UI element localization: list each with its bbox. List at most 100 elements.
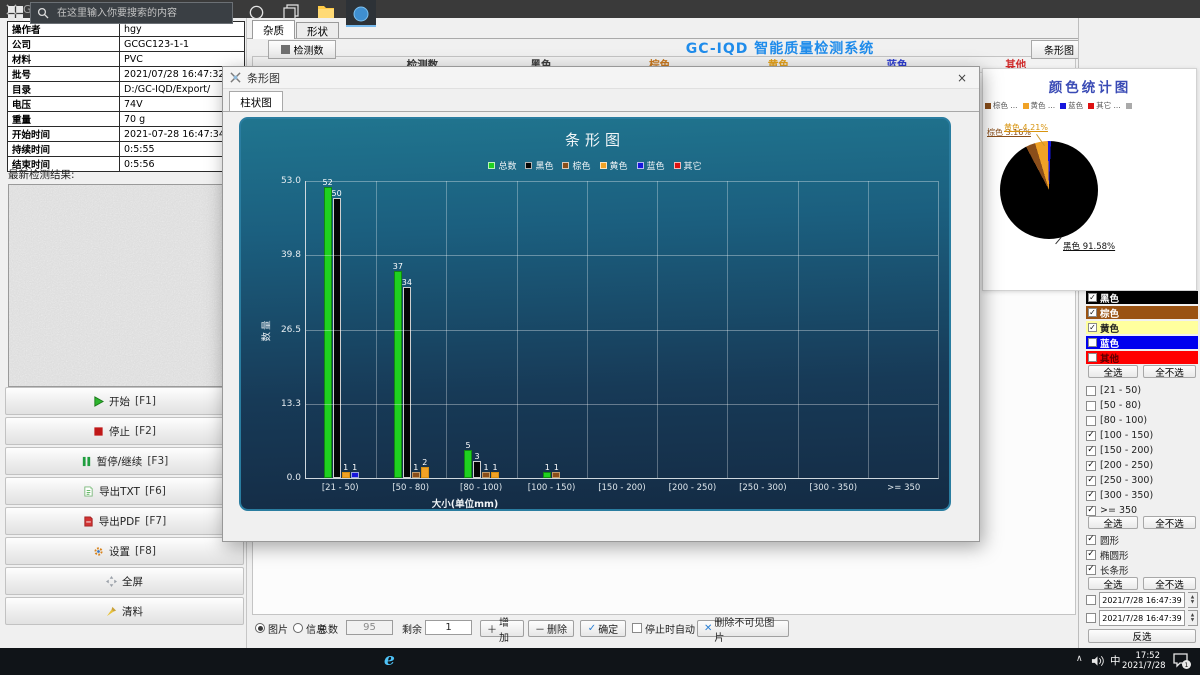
size-filter-row[interactable]: [250 - 300) <box>1086 474 1198 487</box>
cortana-icon[interactable] <box>248 4 265 21</box>
button-导出TXT[interactable]: 导出TXT[F6] <box>5 477 244 505</box>
select-none-button[interactable]: 全不选 <box>1143 516 1196 529</box>
radio-info-circle[interactable] <box>293 623 303 633</box>
taskbar-clock[interactable]: 17:52 2021/7/28 <box>1122 651 1160 671</box>
select-all-button[interactable]: 全选 <box>1088 577 1138 590</box>
datetime-value[interactable]: 2021/7/28 16:47:39 <box>1099 610 1185 626</box>
button-设置[interactable]: 设置[F8] <box>5 537 244 565</box>
spinner-control[interactable]: ▲▼ <box>1188 592 1198 608</box>
dialog-icon <box>230 72 241 83</box>
color-filter-黑色[interactable]: 黑色 <box>1086 291 1198 304</box>
tab-histogram[interactable]: 柱状图 <box>229 91 283 112</box>
clean-icon <box>106 606 117 617</box>
notification-icon[interactable]: 1 <box>1172 652 1192 670</box>
field-label: 持续时间 <box>8 142 120 156</box>
speaker-icon[interactable] <box>1091 655 1104 667</box>
datetime-value[interactable]: 2021/7/28 16:47:39 <box>1099 592 1185 608</box>
detect-count-button[interactable]: 检测数 <box>268 40 336 59</box>
pie-annotation-black: 黑色 91.58% <box>1063 240 1115 252</box>
checkbox[interactable] <box>1086 613 1096 623</box>
checkbox[interactable] <box>1086 431 1096 441</box>
confirm-button[interactable]: ✓确定 <box>580 620 626 637</box>
select-all-button[interactable]: 全选 <box>1088 365 1138 378</box>
checkbox[interactable] <box>1086 491 1096 501</box>
select-none-button[interactable]: 全不选 <box>1143 577 1196 590</box>
checkbox[interactable] <box>1086 550 1096 560</box>
radio-image[interactable]: 图片 <box>255 620 288 636</box>
field-label: 操作者 <box>8 22 120 36</box>
checkbox[interactable] <box>1086 476 1096 486</box>
checkbox[interactable] <box>1088 353 1097 362</box>
close-icon[interactable]: × <box>951 70 973 86</box>
size-filter-row[interactable]: [300 - 350) <box>1086 489 1198 502</box>
auto-stop-checkbox[interactable]: 停止时自动 <box>632 620 695 636</box>
size-filter-row[interactable]: [50 - 80) <box>1086 399 1198 412</box>
button-全屏[interactable]: 全屏 <box>5 567 244 595</box>
tab-shape[interactable]: 形状 <box>296 22 339 39</box>
radio-image-circle[interactable] <box>255 623 265 633</box>
checkbox[interactable] <box>1088 293 1097 302</box>
checkbox[interactable] <box>1086 565 1096 575</box>
select-none-button[interactable]: 全不选 <box>1143 365 1196 378</box>
taskbar-search-input[interactable] <box>30 2 233 24</box>
invert-selection-button[interactable]: 反选 <box>1088 629 1196 643</box>
ime-indicator[interactable]: 中 <box>1110 653 1121 668</box>
spinner-control[interactable]: ▲▼ <box>1188 610 1198 626</box>
button-开始[interactable]: 开始[F1] <box>5 387 244 415</box>
checkbox[interactable] <box>1086 461 1096 471</box>
file-explorer-icon[interactable] <box>317 4 335 20</box>
table-row: 重量70 g <box>7 111 245 126</box>
task-view-icon[interactable] <box>283 4 299 20</box>
select-all-button[interactable]: 全选 <box>1088 516 1138 529</box>
shape-filter-row[interactable]: 长条形 <box>1086 563 1198 576</box>
ie-icon[interactable]: e <box>384 650 395 670</box>
size-filter-row[interactable]: [21 - 50) <box>1086 384 1198 397</box>
datetime-filter-row[interactable]: 2021/7/28 16:47:39▲▼ <box>1086 611 1198 625</box>
pie-legend-swatch <box>985 103 991 109</box>
shape-filter-row[interactable]: 椭圆形 <box>1086 548 1198 561</box>
color-filter-其他[interactable]: 其他 <box>1086 351 1198 364</box>
delete-button[interactable]: －删除 <box>528 620 574 637</box>
bar-chart-title: 条形图 <box>241 129 949 150</box>
color-filter-黄色[interactable]: 黄色 <box>1086 321 1198 334</box>
checkbox[interactable] <box>1086 386 1096 396</box>
size-filter-row[interactable]: [200 - 250) <box>1086 459 1198 472</box>
tab-impurity[interactable]: 杂质 <box>252 20 295 39</box>
size-filter-row[interactable]: [80 - 100) <box>1086 414 1198 427</box>
shape-filter-row[interactable]: 圆形 <box>1086 533 1198 546</box>
plus-icon: ＋ <box>487 621 497 636</box>
checkbox[interactable] <box>1088 338 1097 347</box>
color-filter-棕色[interactable]: 棕色 <box>1086 306 1198 319</box>
delete-invisible-button[interactable]: ✕ 删除不可见图片 <box>697 620 789 637</box>
checkbox[interactable] <box>1086 506 1096 516</box>
auto-stop-box[interactable] <box>632 623 642 633</box>
size-filter-row[interactable]: [150 - 200) <box>1086 444 1198 457</box>
button-停止[interactable]: 停止[F2] <box>5 417 244 445</box>
color-filter-蓝色[interactable]: 蓝色 <box>1086 336 1198 349</box>
size-filter-label: [21 - 50) <box>1100 385 1141 396</box>
checkbox[interactable] <box>1086 401 1096 411</box>
tray-chevron-icon[interactable]: ∧ <box>1076 654 1083 664</box>
button-导出PDF[interactable]: 导出PDF[F7] <box>5 507 244 535</box>
size-filter-row[interactable]: [100 - 150) <box>1086 429 1198 442</box>
active-app-icon[interactable] <box>353 6 369 22</box>
checkbox[interactable] <box>1086 535 1096 545</box>
button-清料[interactable]: 清料 <box>5 597 244 625</box>
checkbox[interactable] <box>1086 416 1096 426</box>
checkbox[interactable] <box>1086 446 1096 456</box>
add-button[interactable]: ＋增加 <box>480 620 524 637</box>
action-buttons: 开始[F1]停止[F2]暂停/继续[F3]导出TXT[F6]导出PDF[F7]设… <box>5 387 244 627</box>
button-暂停/继续[interactable]: 暂停/继续[F3] <box>5 447 244 475</box>
bar-黄色: 2 <box>421 467 429 478</box>
pie-legend-item: 棕色 ... <box>985 100 1018 111</box>
bar-黄色: 1 <box>491 472 499 478</box>
color-filter-label: 其他 <box>1100 351 1119 365</box>
datetime-filter-row[interactable]: 2021/7/28 16:47:39▲▼ <box>1086 593 1198 607</box>
start-button-icon[interactable] <box>8 6 23 21</box>
checkbox[interactable] <box>1086 595 1096 605</box>
checkbox[interactable] <box>1088 308 1097 317</box>
checkbox[interactable] <box>1088 323 1097 332</box>
bar-chart-plot: 数量 525011373412531111 53.039.826.513.30.… <box>305 181 939 479</box>
legend-label: 其它 <box>684 159 702 172</box>
remaining-input[interactable]: 1 <box>425 620 472 635</box>
